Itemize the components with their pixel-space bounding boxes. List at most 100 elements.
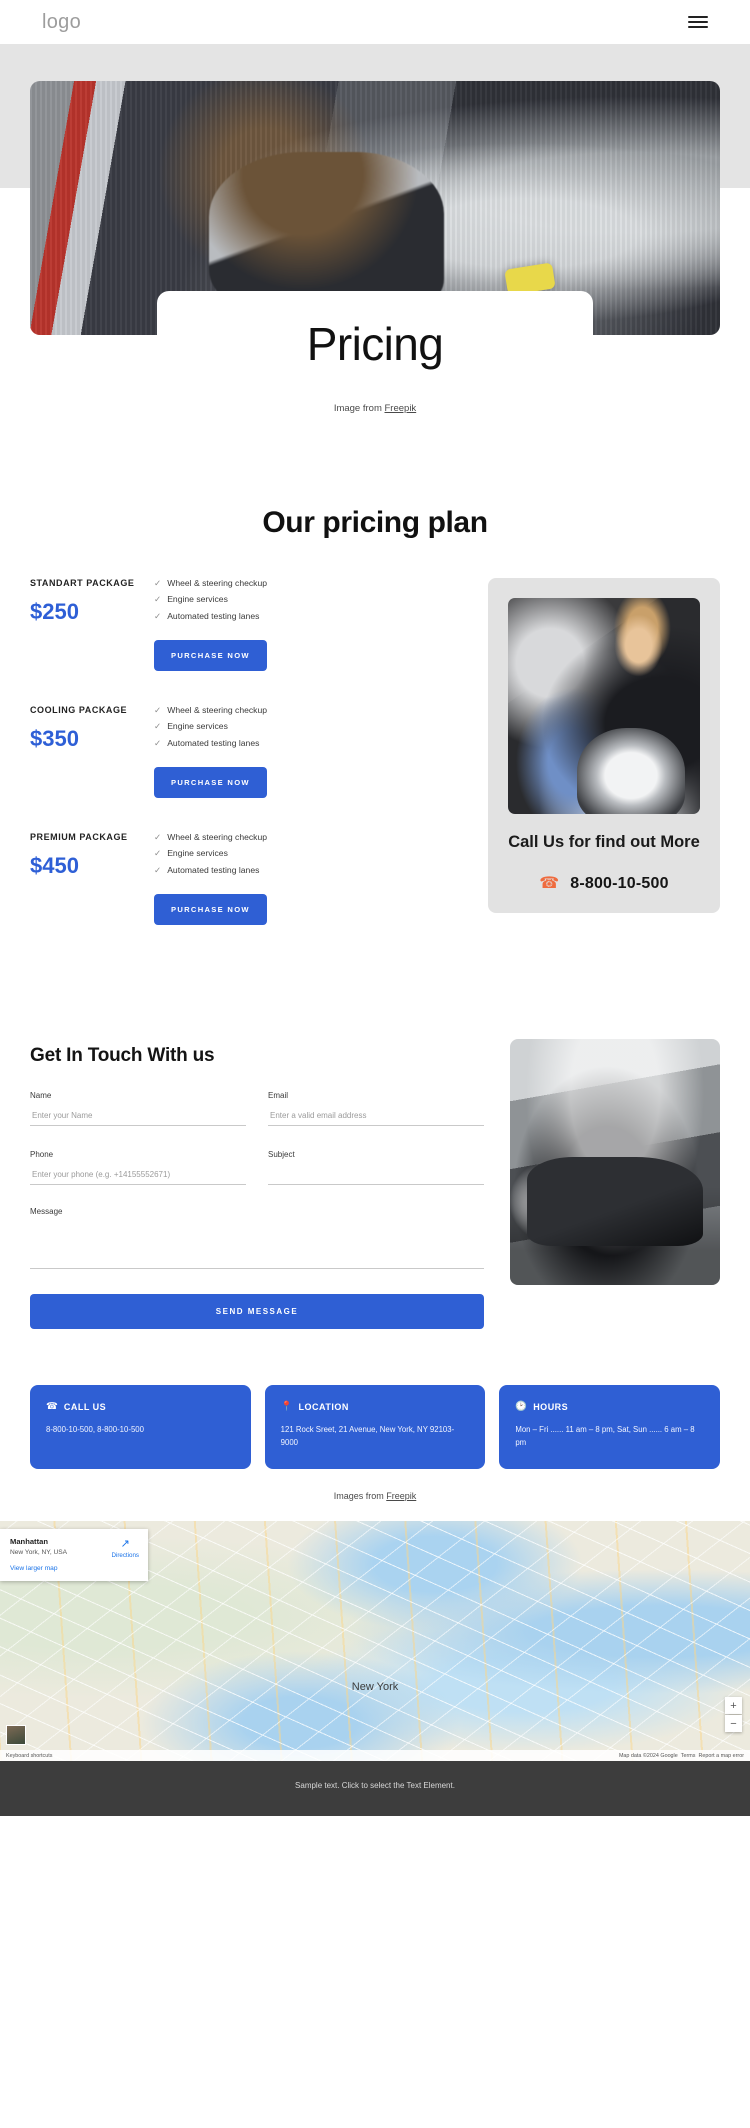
freepik-link[interactable]: Freepik [385, 403, 417, 414]
subject-field-group: Subject [268, 1150, 484, 1186]
name-input[interactable] [30, 1108, 246, 1127]
call-us-card: Call Us for find out More ☎ 8-800-10-500 [488, 578, 720, 914]
purchase-now-button[interactable]: PURCHASE NOW [154, 767, 267, 799]
check-icon: ✓ [154, 832, 162, 843]
plan-summary: COOLING PACKAGE $350 [30, 705, 136, 798]
form-row: Phone Subject [30, 1150, 484, 1186]
top-navigation-bar: logo [0, 0, 750, 44]
email-input[interactable] [268, 1108, 484, 1127]
directions-icon: ↗ [120, 1538, 130, 1551]
plan-feature: ✓ Engine services [154, 721, 464, 732]
purchase-now-button[interactable]: PURCHASE NOW [154, 894, 267, 926]
info-card-body: Mon – Fri ...... 11 am – 8 pm, Sat, Sun … [515, 1425, 695, 1447]
feature-label: Wheel & steering checkup [167, 578, 268, 588]
info-card-call-us[interactable]: ☎ CALL US 8-800-10-500, 8-800-10-500 [30, 1385, 251, 1470]
site-logo[interactable]: logo [42, 11, 81, 34]
plan-list: STANDART PACKAGE $250 ✓ Wheel & steering … [30, 578, 464, 959]
feature-label: Automated testing lanes [167, 864, 260, 875]
plan-row: STANDART PACKAGE $250 ✓ Wheel & steering … [30, 578, 464, 672]
feature-label: Automated testing lanes [167, 737, 260, 748]
message-field-group: Message [30, 1207, 484, 1274]
check-icon: ✓ [154, 594, 162, 605]
send-message-button[interactable]: SEND MESSAGE [30, 1294, 484, 1330]
location-pin-icon: 📍 [280, 1401, 293, 1413]
mechanic-interior-image [508, 598, 700, 814]
map-zoom-controls[interactable]: + − [725, 1697, 742, 1733]
plan-row: COOLING PACKAGE $350 ✓ Wheel & steering c… [30, 705, 464, 799]
plan-details: ✓ Wheel & steering checkup ✓ Engine servic… [154, 578, 464, 672]
check-icon: ✓ [154, 848, 162, 859]
check-icon: ✓ [154, 610, 162, 621]
subject-input[interactable] [268, 1167, 484, 1186]
plan-price: $250 [30, 599, 79, 624]
info-card-hours[interactable]: 🕑 HOURS Mon – Fri ...... 11 am – 8 pm, S… [499, 1385, 721, 1470]
plan-summary: STANDART PACKAGE $250 [30, 578, 136, 671]
info-card-header: ☎ CALL US [46, 1402, 235, 1412]
check-icon: ✓ [154, 737, 162, 748]
phone-input[interactable] [30, 1167, 246, 1186]
footer-text[interactable]: Sample text. Click to select the Text El… [295, 1781, 455, 1790]
hero-section: Pricing Image from Freepik [0, 44, 750, 414]
zoom-out-button[interactable]: − [725, 1715, 742, 1733]
car-wash-photo [510, 1039, 720, 1286]
check-icon: ✓ [154, 864, 162, 875]
images-credit-prefix: Images from [333, 1491, 387, 1502]
freepik-link[interactable]: Freepik [386, 1491, 416, 1501]
directions-button[interactable]: ↗ Directions [111, 1538, 139, 1560]
info-card-location[interactable]: 📍 LOCATION 121 Rock Sreet, 21 Avenue, Ne… [264, 1385, 486, 1470]
plan-summary: PREMIUM PACKAGE $450 [30, 832, 136, 925]
check-icon: ✓ [154, 705, 162, 716]
check-icon: ✓ [154, 721, 162, 732]
directions-label: Directions [111, 1552, 139, 1560]
hero-title-card: Pricing [157, 291, 593, 387]
plan-row: PREMIUM PACKAGE $450 ✓ Wheel & steering c… [30, 832, 464, 926]
contact-form-title: Get In Touch With us [30, 1045, 215, 1067]
street-view-thumbnail[interactable] [6, 1725, 26, 1746]
check-icon: ✓ [154, 578, 162, 588]
name-field-group: Name [30, 1091, 246, 1127]
clock-icon: 🕑 [515, 1401, 528, 1413]
plan-name: COOLING PACKAGE [30, 705, 128, 716]
hamburger-line [688, 26, 708, 29]
hero-inner: Pricing [0, 44, 750, 387]
call-us-phone-number: 8-800-10-500 [570, 875, 669, 893]
pricing-grid: STANDART PACKAGE $250 ✓ Wheel & steering … [30, 578, 720, 959]
plan-feature: ✓ Automated testing lanes [154, 738, 464, 749]
hamburger-icon[interactable] [688, 15, 708, 29]
contact-info-cards: ☎ CALL US 8-800-10-500, 8-800-10-500 📍 L… [0, 1329, 750, 1470]
hamburger-line [688, 20, 708, 24]
plan-feature: ✓ Wheel & steering checkup [154, 832, 464, 843]
message-textarea[interactable] [30, 1221, 484, 1270]
report-error-link[interactable]: Report a map error [698, 1753, 744, 1759]
plan-price: $350 [30, 726, 79, 752]
footer: Sample text. Click to select the Text El… [0, 1761, 750, 1817]
map-attribution-bar: Keyboard shortcuts Map data ©2024 Google… [0, 1750, 750, 1762]
info-card-title: HOURS [533, 1402, 569, 1413]
info-card-body: 8-800-10-500, 8-800-10-500 [46, 1425, 144, 1435]
email-field-group: Email [268, 1091, 484, 1127]
phone-icon: ☎ [46, 1401, 58, 1413]
plan-feature: ✓ Automated testing lanes [154, 865, 464, 876]
email-label: Email [268, 1091, 289, 1101]
map-city-label: New York [351, 1681, 399, 1694]
subject-label: Subject [268, 1150, 295, 1160]
plan-price: $450 [30, 853, 79, 879]
call-us-phone-row[interactable]: ☎ 8-800-10-500 [508, 875, 700, 893]
feature-label: Wheel & steering checkup [167, 705, 268, 716]
feature-label: Engine services [167, 721, 228, 732]
google-map[interactable]: Manhattan New York, NY, USA View larger … [0, 1521, 750, 1762]
info-card-body: 121 Rock Sreet, 21 Avenue, New York, NY … [280, 1425, 455, 1447]
info-card-header: 🕑 HOURS [515, 1402, 704, 1412]
info-card-header: 📍 LOCATION [281, 1402, 470, 1412]
terms-link[interactable]: Terms [681, 1753, 696, 1759]
credit-prefix: Image from [333, 403, 385, 414]
zoom-in-button[interactable]: + [725, 1697, 742, 1715]
plan-details: ✓ Wheel & steering checkup ✓ Engine servic… [154, 832, 464, 926]
form-row: Name Email [30, 1091, 484, 1127]
contact-section: Get In Touch With us Name Email Phone Su… [0, 959, 750, 1330]
info-card-title: LOCATION [298, 1402, 349, 1413]
view-larger-map-link[interactable]: View larger map [10, 1565, 138, 1572]
feature-label: Automated testing lanes [167, 610, 260, 621]
keyboard-shortcuts-link[interactable]: Keyboard shortcuts [6, 1753, 52, 1759]
purchase-now-button[interactable]: PURCHASE NOW [154, 640, 267, 672]
